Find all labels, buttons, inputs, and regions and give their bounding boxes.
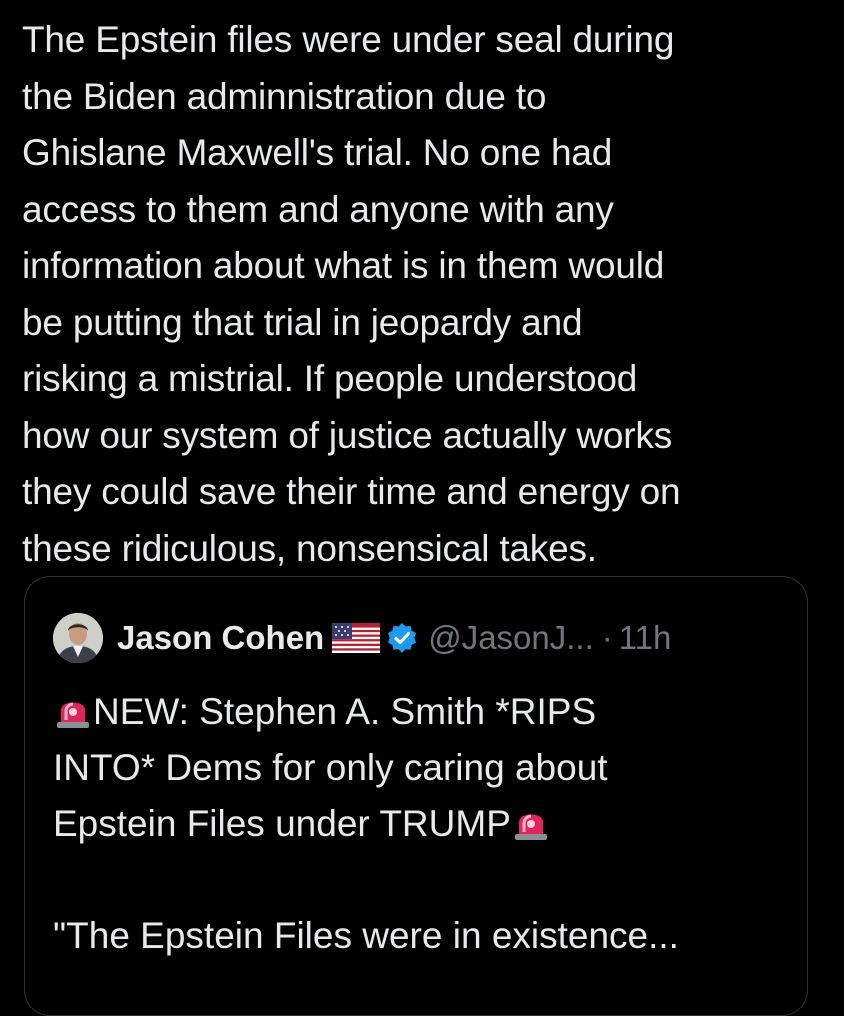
- avatar[interactable]: [53, 613, 103, 663]
- dot-separator: ·: [601, 619, 613, 656]
- quoted-line-2: INTO* Dems for only caring about: [53, 747, 608, 788]
- siren-icon: [514, 814, 547, 840]
- timestamp[interactable]: 11h: [619, 619, 672, 657]
- siren-icon: [57, 702, 89, 728]
- verified-badge-icon: [388, 623, 417, 653]
- quoted-line-3: Epstein Files under TRUMP: [53, 803, 511, 844]
- quoted-line-1: NEW: Stephen A. Smith *RIPS: [93, 691, 597, 732]
- quoted-post-header: Jason Cohen @JasonJ... · 11h: [53, 613, 671, 663]
- author-handle[interactable]: @JasonJ...: [428, 619, 594, 657]
- quoted-line: Epstein Files under TRUMP: [53, 796, 793, 852]
- quoted-post-card[interactable]: Jason Cohen @JasonJ... · 11h NEW: Stephe…: [24, 576, 808, 1016]
- post-text: The Epstein files were under seal during…: [22, 19, 681, 569]
- author-name[interactable]: Jason Cohen: [117, 619, 324, 657]
- us-flag-icon: [332, 623, 381, 653]
- quoted-line: NEW: Stephen A. Smith *RIPS: [53, 684, 793, 740]
- quoted-post-text: NEW: Stephen A. Smith *RIPS INTO* Dems f…: [53, 684, 793, 964]
- quoted-line-4: "The Epstein Files were in existence...: [53, 915, 679, 956]
